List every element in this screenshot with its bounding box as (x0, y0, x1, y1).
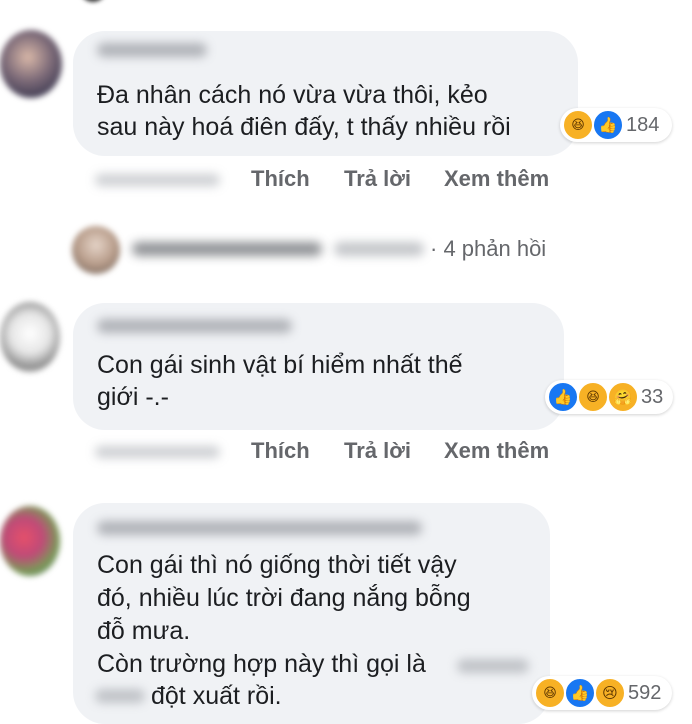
reply-text-blurred (334, 242, 424, 256)
reply-author-avatar[interactable] (72, 226, 120, 274)
top-partial-avatar (80, 0, 106, 2)
comment-text-line: Đa nhân cách nó vừa vừa thôi, kẻo (97, 81, 488, 109)
sad-reaction-icon: 😢 (594, 677, 626, 709)
comment-text-line: Con gái thì nó giống thời tiết vậy (97, 551, 457, 579)
reply-author-name-blurred[interactable] (132, 242, 322, 256)
reply-action-link[interactable]: Trả lời (344, 438, 411, 464)
see-more-action-link[interactable]: Xem thêm (444, 438, 549, 464)
comment-text-line: đó, nhiều lúc trời đang nắng bỗng (97, 584, 471, 612)
comment-bubble: Đa nhân cách nó vừa vừa thôi, kẻo sau nà… (73, 31, 578, 156)
reaction-count: 184 (626, 114, 660, 136)
like-reaction-icon: 👍 (564, 677, 596, 709)
comment-bubble: Con gái thì nó giống thời tiết vậy đó, n… (73, 503, 550, 724)
comment-text-line: Con gái sinh vật bí hiểm nhất thế (97, 351, 463, 379)
reply-action-link[interactable]: Trả lời (344, 166, 411, 192)
like-reaction-icon: 👍 (592, 109, 624, 141)
comment-text-line: đỗ mưa. (97, 617, 191, 645)
commenter-avatar[interactable] (0, 506, 60, 576)
care-reaction-icon: 🤗 (607, 381, 639, 413)
comment-timestamp-blurred[interactable] (95, 174, 220, 186)
commenter-name-blurred[interactable] (97, 521, 422, 535)
like-action-link[interactable]: Thích (251, 438, 310, 464)
haha-reaction-icon: 😆 (562, 109, 594, 141)
comment-bubble: Con gái sinh vật bí hiểm nhất thế giới -… (73, 303, 564, 430)
reply-count-link[interactable]: · 4 phản hồi (430, 236, 546, 262)
commenter-name-blurred[interactable] (97, 319, 292, 333)
commenter-name-blurred[interactable] (97, 43, 207, 57)
comment-text-line: đột xuất rồi. (151, 682, 282, 710)
comment-text-line: sau này hoá điên đấy, t thấy nhiều rồi (97, 113, 511, 141)
comment-text-line: giới -.- (97, 383, 169, 411)
comment-text-line: Còn trường hợp này thì gọi là (97, 650, 426, 678)
comment-timestamp-blurred[interactable] (95, 446, 220, 458)
comment-text-blurred (95, 689, 145, 703)
reaction-summary[interactable]: 😆 👍 184 (560, 108, 672, 142)
reaction-summary[interactable]: 😆 👍 😢 592 (532, 676, 672, 710)
haha-reaction-icon: 😆 (534, 677, 566, 709)
commenter-avatar[interactable] (0, 30, 62, 98)
haha-reaction-icon: 😆 (577, 381, 609, 413)
commenter-avatar[interactable] (0, 302, 60, 372)
comment-text-blurred (457, 659, 529, 673)
like-action-link[interactable]: Thích (251, 166, 310, 192)
reaction-count: 592 (628, 682, 662, 704)
see-more-action-link[interactable]: Xem thêm (444, 166, 549, 192)
reaction-summary[interactable]: 👍 😆 🤗 33 (545, 380, 673, 414)
reaction-count: 33 (641, 386, 664, 408)
like-reaction-icon: 👍 (547, 381, 579, 413)
